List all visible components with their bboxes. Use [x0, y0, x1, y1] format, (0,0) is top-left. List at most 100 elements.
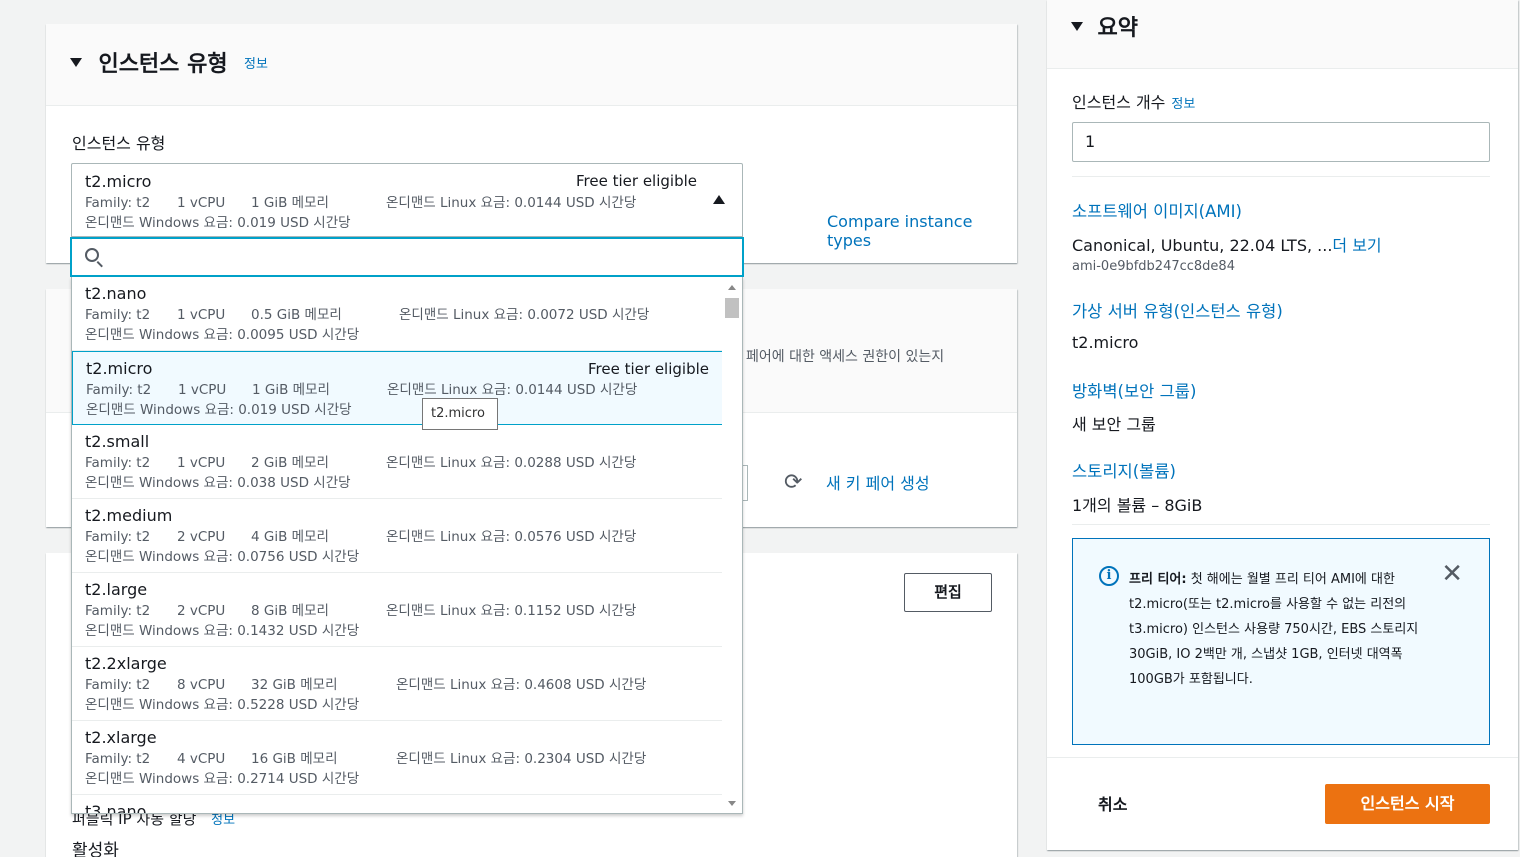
- option-vcpu: 2 vCPU: [177, 603, 226, 619]
- storage-link[interactable]: 스토리지(볼륨): [1072, 458, 1176, 482]
- selected-free-tier-badge: Free tier eligible: [576, 172, 697, 190]
- option-memory: 8 GiB 메모리: [251, 603, 329, 619]
- option-windows-price: 온디맨드 Windows 요금: 0.019 USD 시간당: [86, 402, 352, 418]
- option-name: t2.small: [85, 432, 150, 451]
- selected-family: Family: t2: [85, 195, 151, 211]
- scroll-up-icon[interactable]: [728, 285, 736, 290]
- option-specs: Family: t2 2 vCPU 4 GiB 메모리 온디맨드 Linux 요금: …: [85, 525, 710, 545]
- option-vcpu: 8 vCPU: [177, 677, 226, 693]
- option-vcpu: 1 vCPU: [177, 307, 226, 323]
- option-windows-price: 온디맨드 Windows 요금: 0.2714 USD 시간당: [85, 771, 360, 787]
- launch-instance-button[interactable]: 인스턴스 시작: [1325, 784, 1490, 824]
- option-specs: Family: t2 1 vCPU 0.5 GiB 메모리 온디맨드 Linux 요금…: [85, 303, 710, 323]
- alert-bold: 프리 티어:: [1129, 572, 1187, 587]
- option-name: t3.nano: [85, 802, 147, 814]
- option-name: t2.large: [85, 580, 148, 599]
- option-linux-price: 온디맨드 Linux 요금: 0.4608 USD 시간당: [396, 677, 647, 693]
- option-family: Family: t2: [85, 677, 151, 693]
- dropdown-option[interactable]: t2.nano Family: t2 1 vCPU 0.5 GiB 메모리 온디맨드 …: [72, 277, 723, 351]
- dropdown-option[interactable]: t2.large Family: t2 2 vCPU 8 GiB 메모리 온디맨드 L…: [72, 573, 723, 647]
- selected-instance-specs: Family: t2 1 vCPU 1 GiB 메모리 온디맨드 Linux 요금: …: [85, 191, 729, 211]
- compare-instance-types-link[interactable]: Compare instance types: [827, 212, 1017, 250]
- option-family: Family: t2: [85, 307, 151, 323]
- create-key-pair-link[interactable]: 새 키 페어 생성: [826, 470, 930, 494]
- option-vcpu: 1 vCPU: [177, 455, 226, 471]
- summary-footer: 취소 인스턴스 시작: [1047, 757, 1518, 850]
- search-icon: [85, 248, 99, 262]
- dropdown-option[interactable]: t2.small Family: t2 1 vCPU 2 GiB 메모리 온디맨드 L…: [72, 425, 723, 499]
- option-windows-price: 온디맨드 Windows 요금: 0.0756 USD 시간당: [85, 549, 360, 565]
- option-memory: 32 GiB 메모리: [251, 677, 338, 693]
- option-family: Family: t2: [85, 751, 151, 767]
- firewall-link[interactable]: 방화벽(보안 그룹): [1072, 378, 1196, 402]
- summary-header: 요약: [1047, 0, 1518, 69]
- scroll-thumb[interactable]: [725, 298, 739, 318]
- free-tier-alert: i 프리 티어: 첫 해에는 월별 프리 티어 AMI에 대한 t2.micro…: [1072, 538, 1490, 745]
- option-name: t2.2xlarge: [85, 654, 167, 673]
- server-type-value: t2.micro: [1072, 333, 1139, 352]
- instance-count-info-link[interactable]: 정보: [1171, 97, 1195, 112]
- summary-title: 요약: [1097, 16, 1138, 41]
- public-ip-value: 활성화: [72, 841, 119, 857]
- public-ip-info-link[interactable]: 정보: [211, 813, 235, 828]
- instance-type-search-input[interactable]: [70, 237, 744, 277]
- option-windows-price: 온디맨드 Windows 요금: 0.0095 USD 시간당: [85, 327, 360, 343]
- option-linux-price: 온디맨드 Linux 요금: 0.1152 USD 시간당: [386, 603, 637, 619]
- free-tier-badge: Free tier eligible: [588, 360, 709, 378]
- ami-link[interactable]: 소프트웨어 이미지(AMI): [1072, 198, 1242, 222]
- instance-count-input[interactable]: 1: [1072, 122, 1490, 162]
- server-type-link[interactable]: 가상 서버 유형(인스턴스 유형): [1072, 298, 1283, 322]
- option-tooltip: t2.micro: [422, 398, 498, 430]
- storage-value: 1개의 볼륨 – 8GiB: [1072, 496, 1203, 515]
- option-windows-price: 온디맨드 Windows 요금: 0.1432 USD 시간당: [85, 623, 360, 639]
- instance-type-field-label: 인스턴스 유형: [72, 134, 166, 153]
- option-family: Family: t2: [85, 529, 151, 545]
- option-windows-price: 온디맨드 Windows 요금: 0.5228 USD 시간당: [85, 697, 360, 713]
- option-family: Family: t2: [85, 455, 151, 471]
- divider: [1072, 524, 1490, 525]
- selected-memory: 1 GiB 메모리: [251, 195, 329, 211]
- edit-button[interactable]: 편집: [904, 573, 992, 612]
- free-tier-alert-message: 프리 티어: 첫 해에는 월별 프리 티어 AMI에 대한 t2.micro(또…: [1129, 567, 1429, 692]
- option-specs: Family: t2 4 vCPU 16 GiB 메모리 온디맨드 Linux 요금:…: [85, 747, 710, 767]
- dropdown-scrollbar[interactable]: [722, 277, 742, 813]
- option-memory: 1 GiB 메모리: [252, 382, 330, 398]
- close-icon[interactable]: ✕: [1441, 561, 1463, 587]
- key-pair-description: 페어에 대한 액세스 권한이 있는지: [746, 349, 945, 365]
- dropdown-option[interactable]: t2.medium Family: t2 2 vCPU 4 GiB 메모리 온디맨드 …: [72, 499, 723, 573]
- ami-more-link[interactable]: 더 보기: [1332, 236, 1381, 255]
- refresh-icon[interactable]: ⟳: [784, 472, 802, 494]
- firewall-value: 새 보안 그룹: [1072, 415, 1156, 434]
- cancel-button[interactable]: 취소: [1098, 791, 1127, 815]
- selected-linux-price: 온디맨드 Linux 요금: 0.0144 USD 시간당: [386, 195, 637, 211]
- option-specs: Family: t2 8 vCPU 32 GiB 메모리 온디맨드 Linux 요금:…: [85, 673, 710, 693]
- option-name: t2.nano: [85, 284, 147, 303]
- instance-type-select[interactable]: t2.micro Free tier eligible Family: t2 1 …: [71, 163, 743, 237]
- selected-vcpu: 1 vCPU: [177, 195, 226, 211]
- option-specs: Family: t2 1 vCPU 2 GiB 메모리 온디맨드 Linux 요금: …: [85, 451, 710, 471]
- option-memory: 4 GiB 메모리: [251, 529, 329, 545]
- option-linux-price: 온디맨드 Linux 요금: 0.0144 USD 시간당: [387, 382, 638, 398]
- dropdown-option[interactable]: t3.nano: [72, 795, 723, 814]
- option-windows-price: 온디맨드 Windows 요금: 0.038 USD 시간당: [85, 475, 351, 491]
- option-name: t2.xlarge: [85, 728, 157, 747]
- option-name: t2.medium: [85, 506, 173, 525]
- option-specs: Family: t2 1 vCPU 1 GiB 메모리 온디맨드 Linux 요금: …: [86, 378, 709, 398]
- ami-value: Canonical, Ubuntu, 22.04 LTS, ...더 보기: [1072, 232, 1382, 256]
- dropdown-option-selected[interactable]: t2.micro Free tier eligible Family: t2 1 …: [72, 351, 723, 425]
- option-family: Family: t2: [86, 382, 152, 398]
- caret-up-icon[interactable]: [713, 195, 725, 204]
- collapse-caret-icon[interactable]: [1071, 21, 1083, 31]
- dropdown-option[interactable]: t2.2xlarge Family: t2 8 vCPU 32 GiB 메모리 온디맨…: [72, 647, 723, 721]
- option-vcpu: 1 vCPU: [178, 382, 227, 398]
- instance-type-dropdown[interactable]: t2.nano Family: t2 1 vCPU 0.5 GiB 메모리 온디맨드 …: [71, 277, 743, 814]
- ami-value-text: Canonical, Ubuntu, 22.04 LTS, ...: [1072, 236, 1333, 255]
- scroll-down-icon[interactable]: [728, 801, 736, 806]
- info-link[interactable]: 정보: [244, 57, 268, 72]
- dropdown-option[interactable]: t2.xlarge Family: t2 4 vCPU 16 GiB 메모리 온디맨드…: [72, 721, 723, 795]
- instance-count-label-text: 인스턴스 개수: [1072, 93, 1166, 112]
- option-linux-price: 온디맨드 Linux 요금: 0.0288 USD 시간당: [386, 455, 637, 471]
- option-vcpu: 4 vCPU: [177, 751, 226, 767]
- collapse-caret-icon[interactable]: [70, 57, 82, 67]
- alert-text: 첫 해에는 월별 프리 티어 AMI에 대한 t2.micro(또는 t2.mi…: [1129, 572, 1419, 687]
